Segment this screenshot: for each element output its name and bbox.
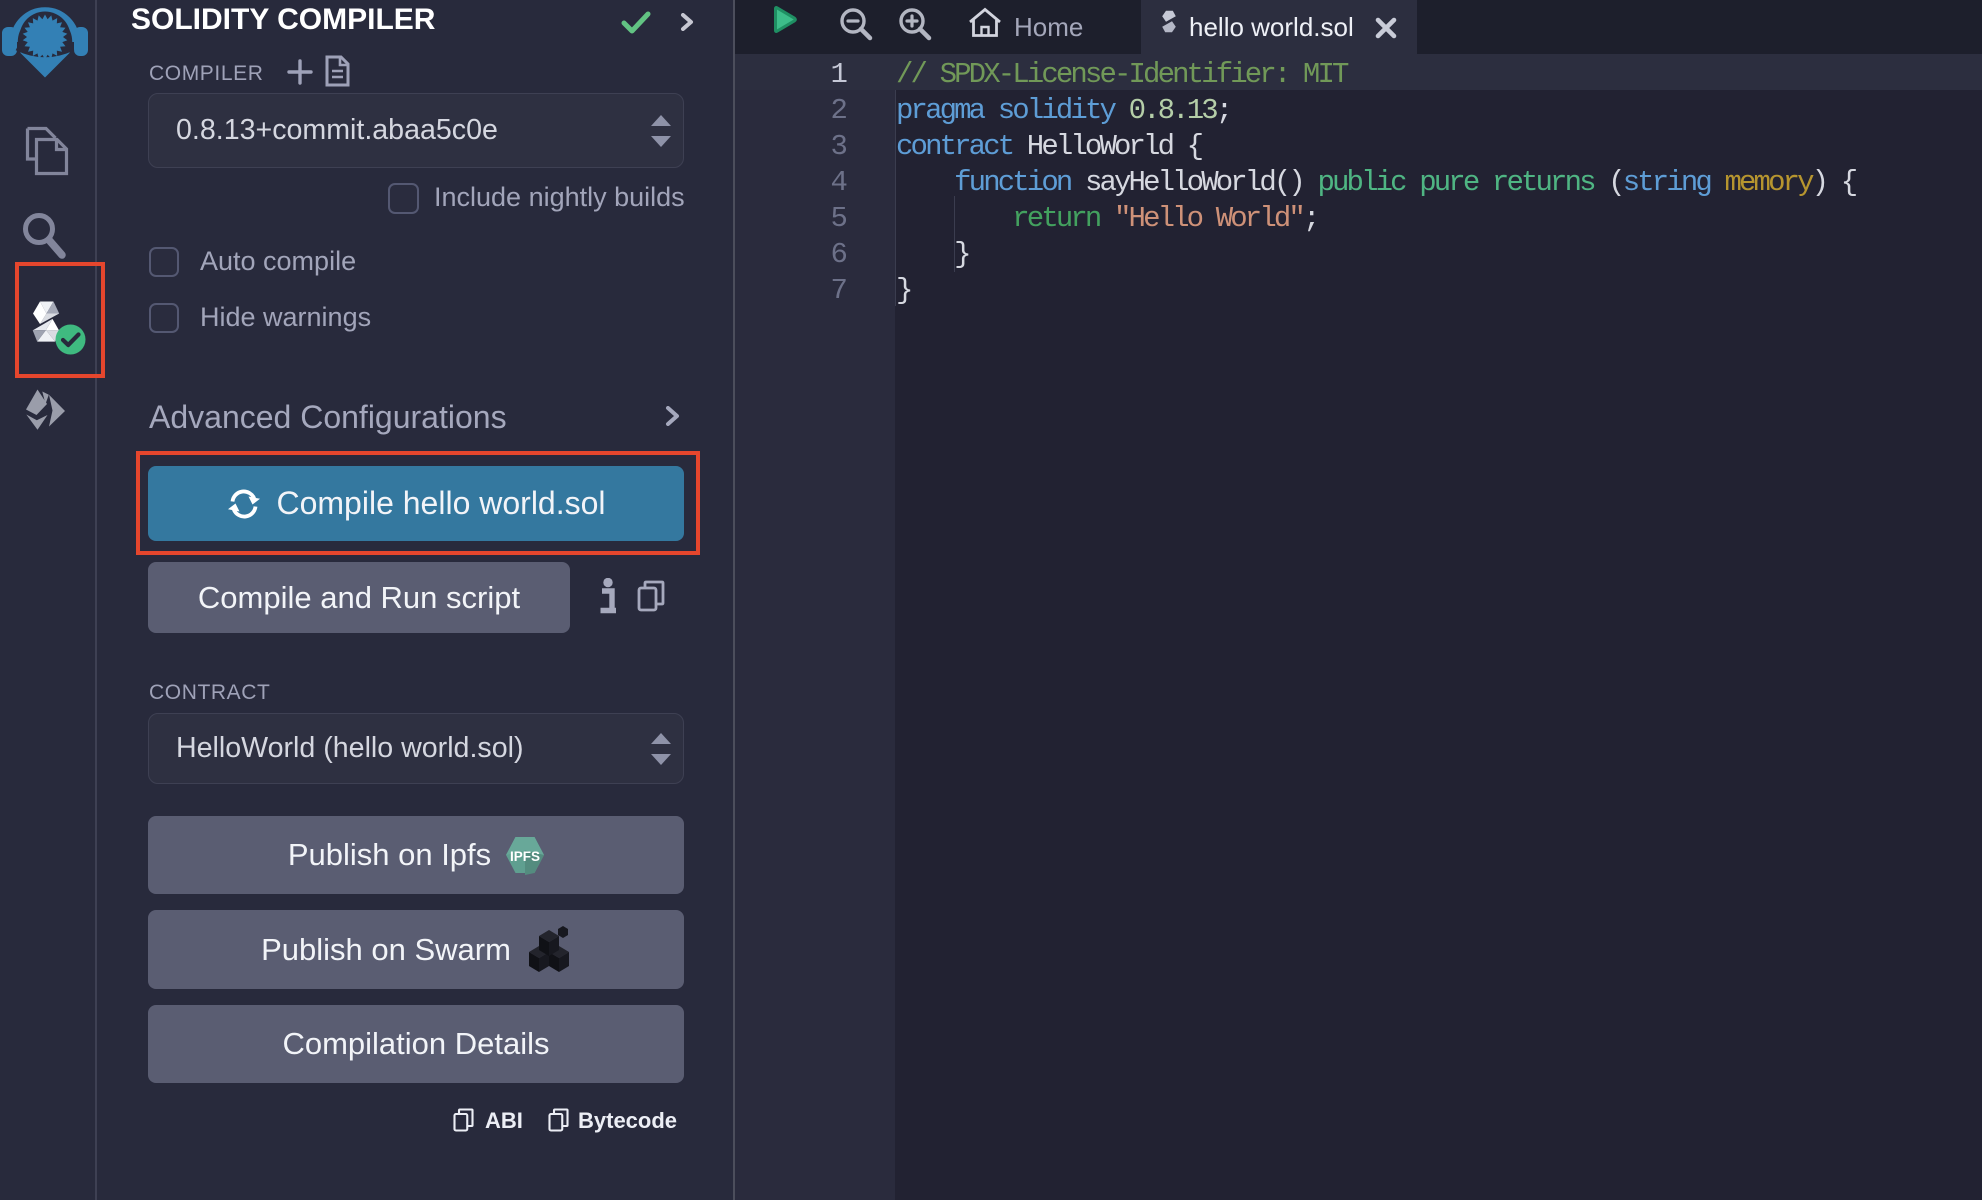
svg-text:IPFS: IPFS — [510, 849, 540, 864]
